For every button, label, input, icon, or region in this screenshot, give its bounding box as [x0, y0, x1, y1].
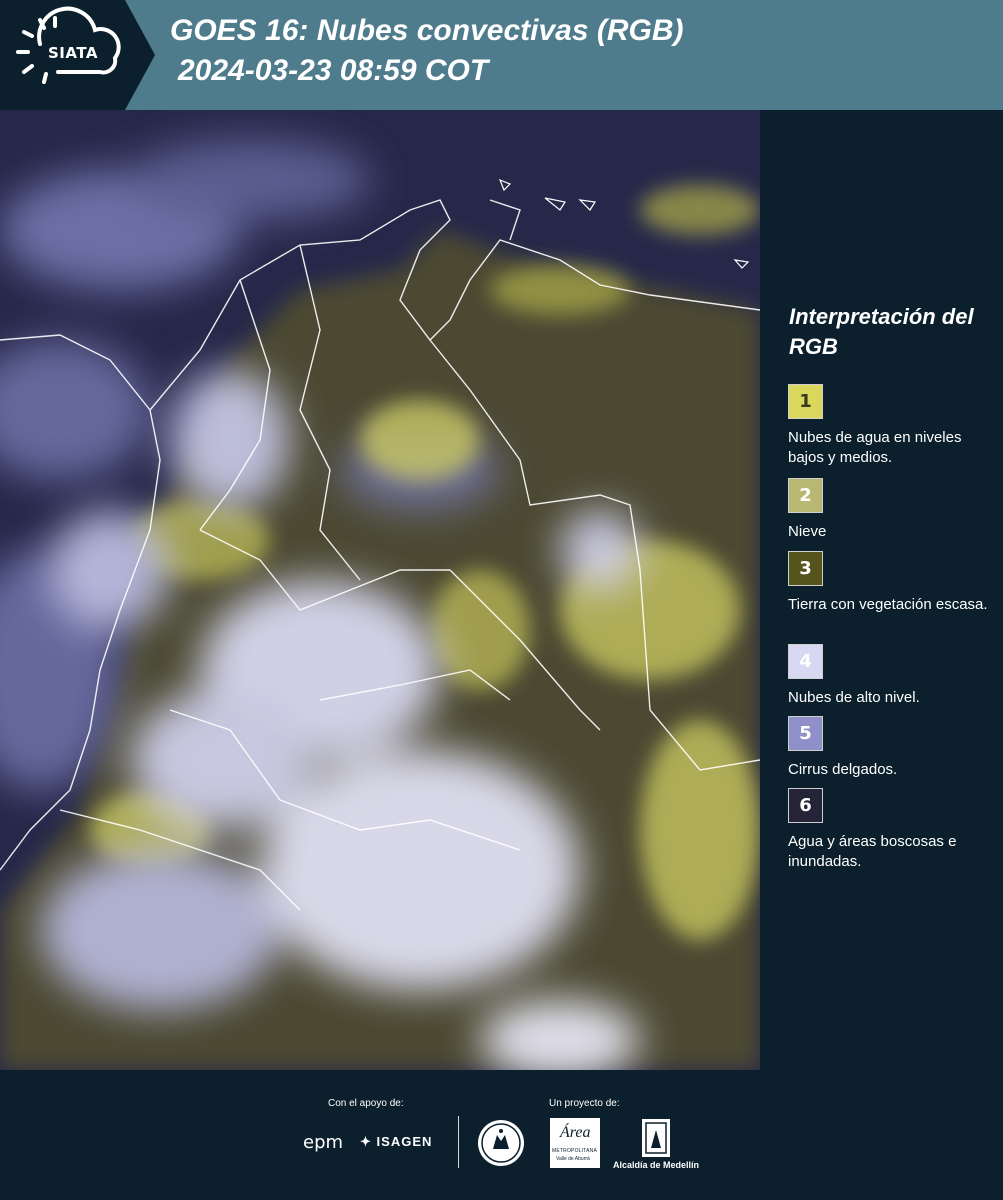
valle-text: Valle de Aburrá — [556, 1156, 590, 1162]
metro-text: METROPOLITANA — [552, 1148, 598, 1154]
area-text: Área — [560, 1124, 591, 1141]
satellite-image[interactable] — [0, 110, 760, 1070]
area-metropolitana-logo[interactable]: Área METROPOLITANA Valle de Aburrá — [550, 1118, 600, 1168]
legend-label-1: Nubes de agua en niveles bajos y medios. — [788, 429, 962, 466]
legend-panel: Interpretación del RGB 1 Nubes de agua e… — [760, 110, 1003, 1070]
isagen-logo[interactable]: ✦ ISAGEN — [360, 1134, 432, 1150]
epm-logo[interactable]: epm — [303, 1132, 343, 1153]
header-bar: SIATA GOES 16: Nubes convectivas (RGB) 2… — [0, 0, 1003, 110]
legend-label-2: Nieve — [788, 523, 827, 540]
support-label: Con el apoyo de: — [328, 1098, 404, 1109]
legend-item-1: 1 Nubes de agua en niveles bajos y medio… — [788, 384, 998, 468]
footer: Con el apoyo de: Un proyecto de: epm ✦ I… — [0, 1070, 1003, 1200]
legend-swatch-5: 5 — [788, 716, 823, 751]
siata-logo[interactable]: SIATA — [0, 0, 155, 110]
legend-item-4: 4 Nubes de alto nivel. — [788, 644, 998, 708]
legend-swatch-6: 6 — [788, 788, 823, 823]
legend-item-6: 6 Agua y áreas boscosas e inundadas. — [788, 788, 998, 872]
project-label: Un proyecto de: — [549, 1098, 620, 1109]
medellin-shield-icon — [642, 1119, 670, 1157]
legend-swatch-1: 1 — [788, 384, 823, 419]
legend-label-3: Tierra con vegetación escasa. — [788, 596, 988, 613]
legend-title: Interpretación del RGB — [789, 304, 974, 359]
legend-item-3: 3 Tierra con vegetación escasa. — [788, 551, 998, 615]
footer-separator — [458, 1116, 459, 1168]
satellite-map-svg — [0, 110, 760, 1070]
legend-label-5: Cirrus delgados. — [788, 761, 898, 778]
legend-swatch-3: 3 — [788, 551, 823, 586]
isagen-text: ISAGEN — [376, 1134, 433, 1149]
isagen-star-icon: ✦ — [360, 1134, 372, 1149]
legend-swatch-4: 4 — [788, 644, 823, 679]
seal-icon[interactable] — [477, 1119, 525, 1167]
alcaldia-medellin-text[interactable]: Alcaldía de Medellín — [613, 1160, 699, 1170]
page-title: GOES 16: Nubes convectivas (RGB) — [170, 14, 684, 47]
legend-swatch-2: 2 — [788, 478, 823, 513]
legend-item-2: 2 Nieve — [788, 478, 998, 542]
legend-item-5: 5 Cirrus delgados. — [788, 716, 998, 780]
legend-label-6: Agua y áreas boscosas e inundadas. — [788, 833, 957, 870]
logo-text: SIATA — [48, 44, 99, 62]
legend-label-4: Nubes de alto nivel. — [788, 689, 920, 706]
page-datetime: 2024-03-23 08:59 COT — [178, 54, 489, 87]
